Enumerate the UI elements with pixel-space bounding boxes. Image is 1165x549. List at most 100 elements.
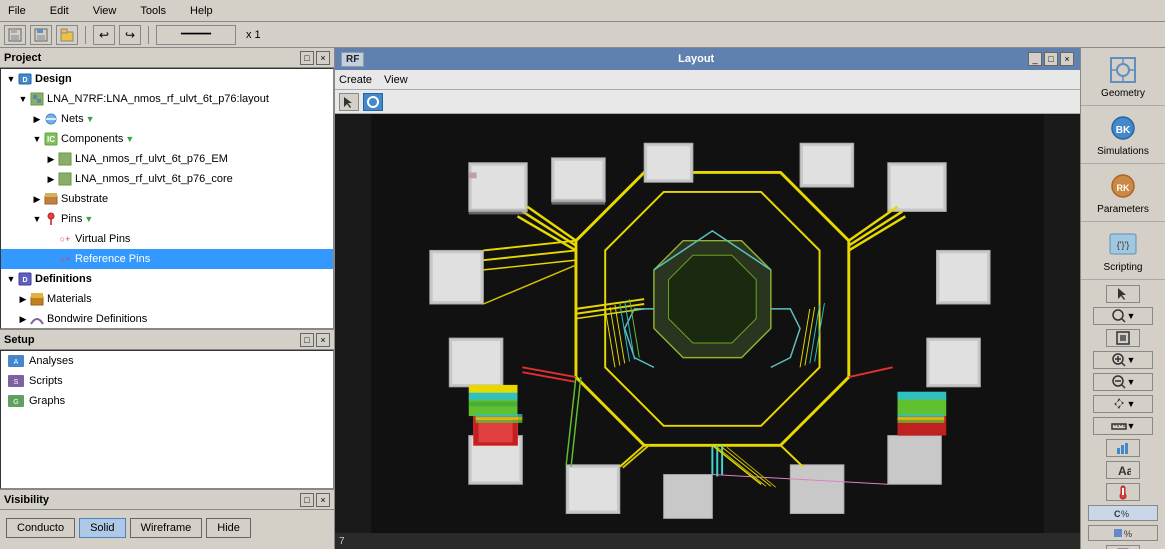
layout-canvas[interactable] <box>335 114 1080 533</box>
right-chart-btn[interactable] <box>1106 439 1140 457</box>
right-c-percent-btn[interactable]: C% <box>1088 505 1158 521</box>
right-ruler-btn[interactable]: ▼ <box>1093 417 1153 435</box>
right-text-btn[interactable]: Aa <box>1106 461 1140 479</box>
setup-tree[interactable]: A Analyses S Scripts G Graphs <box>0 350 334 489</box>
scripts-label: Scripts <box>29 375 63 387</box>
svg-text:%: % <box>1124 529 1132 539</box>
right-pan-btn[interactable]: ▼ <box>1093 395 1153 413</box>
project-panel: Project □ × ▼ D Design <box>0 48 334 329</box>
vis-btn-conducto[interactable]: Conducto <box>6 518 75 538</box>
definitions-icon: D <box>17 271 33 287</box>
layout-toolbar <box>335 90 1080 114</box>
vis-btn-hide[interactable]: Hide <box>206 518 251 538</box>
menu-help[interactable]: Help <box>186 3 217 19</box>
menu-file[interactable]: File <box>4 3 30 19</box>
parameters-icon: RK <box>1107 170 1139 202</box>
vis-btn-solid[interactable]: Solid <box>79 518 125 538</box>
setup-graphs[interactable]: G Graphs <box>1 391 333 411</box>
tree-item-definitions[interactable]: ▼ D Definitions <box>1 269 333 289</box>
tree-item-substrate[interactable]: ▶ Substrate <box>1 189 333 209</box>
tree-item-lna-layout[interactable]: ▼ LNA_N7RF:LNA_nmos_rf_ulvt_6t_p76:layou… <box>1 89 333 109</box>
right-data-percent-btn[interactable]: % <box>1088 525 1158 541</box>
setup-scripts[interactable]: S Scripts <box>1 371 333 391</box>
project-maximize[interactable]: □ <box>300 51 314 65</box>
tree-item-materials[interactable]: ▶ Materials <box>1 289 333 309</box>
tab-parameters[interactable]: RK Parameters <box>1081 164 1165 222</box>
visibility-close[interactable]: × <box>316 493 330 507</box>
menu-tools[interactable]: Tools <box>136 3 170 19</box>
tree-item-pins[interactable]: ▼ Pins ▼ <box>1 209 333 229</box>
tree-item-lna-core[interactable]: ▶ LNA_nmos_rf_ulvt_6t_p76_core <box>1 169 333 189</box>
main-toolbar: ↩ ↪ ━━━━━ x 1 <box>0 22 1165 48</box>
right-panel: Geometry BK Simulations RK Parameters <box>1080 48 1165 549</box>
layout-circle-btn[interactable] <box>363 93 383 111</box>
tree-item-bondwire[interactable]: ▶ Bondwire Definitions <box>1 309 333 329</box>
right-zoomin-btn[interactable]: ▼ <box>1093 351 1153 369</box>
ref-pins-icon: ○+ <box>57 251 73 267</box>
right-component-btn[interactable] <box>1106 545 1140 549</box>
setup-maximize[interactable]: □ <box>300 333 314 347</box>
vis-btn-wireframe[interactable]: Wireframe <box>130 518 203 538</box>
scripting-label: Scripting <box>1104 262 1143 273</box>
right-cursor-btn[interactable] <box>1106 285 1140 303</box>
menubar: File Edit View Tools Help <box>0 0 1165 22</box>
expand-materials[interactable]: ▶ <box>17 293 29 305</box>
tree-item-lna-em[interactable]: ▶ LNA_nmos_rf_ulvt_6t_p76_EM <box>1 149 333 169</box>
layout-title-bar: RF <box>341 52 364 67</box>
expand-design[interactable]: ▼ <box>5 73 17 85</box>
tab-simulations[interactable]: BK Simulations <box>1081 106 1165 164</box>
setup-panel: Setup □ × A Analyses S Scripts <box>0 329 334 489</box>
layout-menu-view[interactable]: View <box>384 74 408 86</box>
right-thermo-btn[interactable] <box>1106 483 1140 501</box>
expand-substrate[interactable]: ▶ <box>31 193 43 205</box>
visibility-maximize[interactable]: □ <box>300 493 314 507</box>
setup-controls: □ × <box>300 333 330 347</box>
svg-text:S: S <box>14 379 19 386</box>
menu-edit[interactable]: Edit <box>46 3 73 19</box>
toolbar-save1[interactable] <box>4 25 26 45</box>
project-tree[interactable]: ▼ D Design ▼ LNA_N7RF <box>0 68 334 329</box>
right-zoomout-btn[interactable]: ▼ <box>1093 373 1153 391</box>
right-fit-btn[interactable] <box>1106 329 1140 347</box>
expand-pins[interactable]: ▼ <box>31 213 43 225</box>
setup-analyses[interactable]: A Analyses <box>1 351 333 371</box>
right-zoom-btn[interactable]: ▼ <box>1093 307 1153 325</box>
layout-cursor-btn[interactable] <box>339 93 359 111</box>
tree-label-nets: Nets <box>61 113 84 125</box>
setup-close[interactable]: × <box>316 333 330 347</box>
layout-menu-create[interactable]: Create <box>339 74 372 86</box>
zoom-bar[interactable]: ━━━━━ <box>156 25 236 45</box>
bondwire-icon <box>29 311 45 327</box>
layout-title: Layout <box>364 53 1028 65</box>
geometry-icon <box>1107 54 1139 86</box>
expand-bondwire[interactable]: ▶ <box>17 313 29 325</box>
redo-button[interactable]: ↪ <box>119 25 141 45</box>
svg-text:%: % <box>1121 509 1129 519</box>
toolbar-save2[interactable] <box>30 25 52 45</box>
expand-components[interactable]: ▼ <box>31 133 43 145</box>
visibility-header: Visibility □ × <box>0 490 334 510</box>
tree-item-design[interactable]: ▼ D Design <box>1 69 333 89</box>
expand-lna-core[interactable]: ▶ <box>45 173 57 185</box>
nets-icon <box>43 111 59 127</box>
expand-nets[interactable]: ▶ <box>31 113 43 125</box>
tree-label-lna: LNA_N7RF:LNA_nmos_rf_ulvt_6t_p76:layout <box>47 93 269 105</box>
svg-text:G: G <box>13 399 18 406</box>
expand-lna-em[interactable]: ▶ <box>45 153 57 165</box>
tree-item-ref-pins[interactable]: ○+ Reference Pins <box>1 249 333 269</box>
layout-minimize[interactable]: _ <box>1028 52 1042 66</box>
project-close[interactable]: × <box>316 51 330 65</box>
expand-lna[interactable]: ▼ <box>17 93 29 105</box>
tree-item-components[interactable]: ▼ IC Components ▼ <box>1 129 333 149</box>
layout-close[interactable]: × <box>1060 52 1074 66</box>
svg-text:RK: RK <box>1117 183 1130 193</box>
layout-maximize[interactable]: □ <box>1044 52 1058 66</box>
tab-scripting[interactable]: {'}'} Scripting <box>1081 222 1165 280</box>
expand-definitions[interactable]: ▼ <box>5 273 17 285</box>
toolbar-open[interactable] <box>56 25 78 45</box>
undo-button[interactable]: ↩ <box>93 25 115 45</box>
tree-item-nets[interactable]: ▶ Nets ▼ <box>1 109 333 129</box>
menu-view[interactable]: View <box>89 3 121 19</box>
tab-geometry[interactable]: Geometry <box>1081 48 1165 106</box>
tree-item-virtual-pins[interactable]: ○+ Virtual Pins <box>1 229 333 249</box>
